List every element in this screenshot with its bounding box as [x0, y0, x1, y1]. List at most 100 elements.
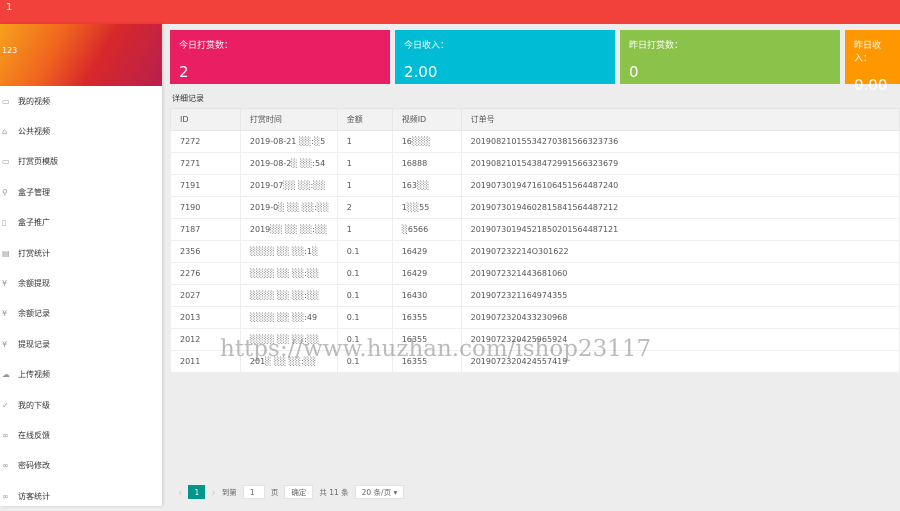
app-title: 1: [6, 2, 13, 13]
sidebar-item-label: 打赏页模版: [18, 157, 58, 167]
table-cell: 1: [336, 174, 393, 197]
table-cell: ░6566: [391, 218, 462, 241]
per-page-select[interactable]: 20 条/页 ▾: [354, 485, 405, 499]
sidebar-item[interactable]: ¥ 提现记录: [0, 329, 162, 359]
table-cell: 2019-08-21 ░░:░5: [239, 130, 338, 153]
stat-card: 昨日打赏数： 0: [620, 30, 840, 84]
table-cell: 1░░55: [391, 196, 462, 219]
sidebar-item[interactable]: ▯ 盒子推广: [0, 208, 162, 238]
sidebar-item[interactable]: ∞ 密码修改: [0, 451, 162, 481]
table-cell: ░░░░ ░░ ░░:░░: [239, 284, 338, 307]
sidebar-item-label: 我的视频: [18, 96, 50, 106]
goto-label: 到第: [221, 487, 237, 497]
prev-page-button[interactable]: ‹: [178, 486, 182, 499]
menu-icon: ▭: [2, 96, 10, 106]
menu-icon: ¥: [2, 309, 8, 319]
menu-icon: ∞: [2, 491, 9, 501]
sidebar-item[interactable]: ⚲ 盒子管理: [0, 177, 162, 207]
table-cell: 2013: [170, 306, 241, 329]
menu-icon: ∞: [2, 430, 9, 440]
sidebar-item[interactable]: ¥ 余额记录: [0, 299, 162, 329]
sidebar-item[interactable]: ⌂ 公共视频: [0, 116, 162, 146]
table-cell: 16888: [391, 152, 462, 175]
table-cell: 2019-0░ ░░ ░░:░░: [239, 196, 338, 219]
column-header: 视频ID: [391, 108, 462, 131]
stat-card: 今日打赏数： 2: [170, 30, 390, 84]
table-cell: 16355: [391, 306, 462, 329]
sidebar-item-label: 打赏统计: [18, 248, 50, 258]
table-cell: 7190: [170, 196, 241, 219]
column-header: 订单号: [460, 108, 900, 131]
watermark: https://www.huzhan.com/ishop23117: [220, 336, 652, 362]
table-header: ID 打赏时间 金额 视频ID 订单号: [170, 108, 900, 131]
sidebar-item-label: 盒子推广: [18, 218, 50, 228]
table-cell: 1: [336, 130, 393, 153]
sidebar-item[interactable]: ✓ 我的下级: [0, 390, 162, 420]
sidebar-item[interactable]: ▤ 打赏统计: [0, 238, 162, 268]
table-cell: 20190821015534270381566323736: [460, 130, 900, 153]
table-row: 2013 ░░░░ ░░ ░░:49 0.1 16355 201907232043323…: [170, 306, 900, 329]
stat-label: 今日打赏数：: [179, 41, 234, 51]
sidebar-item-label: 我的下级: [18, 400, 50, 410]
table-cell: ░░░░ ░░ ░░:49: [239, 306, 338, 329]
table-cell: 2019-07░░ ░░:░░: [239, 174, 338, 197]
sidebar-banner: 123: [0, 24, 162, 86]
menu-icon: ⌂: [2, 127, 8, 137]
sidebar-item-label: 在线反馈: [18, 430, 50, 440]
table-cell: 7187: [170, 218, 241, 241]
sidebar-item[interactable]: ▭ 打赏页模版: [0, 147, 162, 177]
table-cell: 2019-08-2░ ░░:54: [239, 152, 338, 175]
column-header: ID: [170, 108, 241, 131]
menu-icon: ▤: [2, 248, 10, 258]
table-cell: 20190730194602815841564487212: [460, 196, 900, 219]
sidebar-item-label: 上传视频: [18, 370, 50, 380]
sidebar-item[interactable]: ∞ 访客统计: [0, 481, 162, 511]
table-cell: 2356: [170, 240, 241, 263]
table-cell: 7191: [170, 174, 241, 197]
sidebar-item-label: 访客统计: [18, 491, 50, 501]
page-1-button[interactable]: 1: [188, 485, 206, 499]
table-cell: 2019072320433230968: [460, 306, 900, 329]
records-table: ID 打赏时间 金额 视频ID 订单号 7272 2019-08-21 ░░:░5 1 16░…: [170, 108, 900, 373]
table-row: 7272 2019-08-21 ░░:░5 1 16░░░ 20190821015534…: [170, 130, 900, 153]
table-cell: 16429: [391, 240, 462, 263]
table-cell: 2027: [170, 284, 241, 307]
menu-icon: ▯: [2, 218, 7, 228]
table-cell: 20190730194521850201564487121: [460, 218, 900, 241]
table-cell: 2019072321443681060: [460, 262, 900, 285]
sidebar-item[interactable]: ¥ 余额提现: [0, 268, 162, 298]
menu-icon: ☁: [2, 370, 10, 380]
menu-icon: ✓: [2, 400, 9, 410]
sidebar-item-label: 余额记录: [18, 309, 50, 319]
table-cell: 2019072321164974355: [460, 284, 900, 307]
top-bar: 1: [0, 0, 900, 24]
sidebar-item-label: 余额提现: [18, 279, 50, 289]
pagination: ‹ 1 › 到第 1 页 确定 共 11 条 20 条/页 ▾: [178, 485, 405, 499]
sidebar-item[interactable]: ▭ 我的视频: [0, 86, 162, 116]
table-cell: 16░░░: [391, 130, 462, 153]
table-row: 2356 ░░░░ ░░ ░░:1░ 0.1 16429 201907232214O30…: [170, 240, 900, 263]
sidebar-item[interactable]: ∞ 在线反馈: [0, 420, 162, 450]
table-cell: 0.1: [336, 262, 393, 285]
menu-icon: ⚲: [2, 187, 8, 197]
sidebar-item[interactable]: ☁ 上传视频: [0, 360, 162, 390]
stat-card: 今日收入： 2.00: [395, 30, 615, 84]
table-cell: 20190821015438472991566323679: [460, 152, 900, 175]
table-cell: 16429: [391, 262, 462, 285]
table-cell: 16430: [391, 284, 462, 307]
table-cell: 201907232214O301622: [460, 240, 900, 263]
table-cell: 0.1: [336, 284, 393, 307]
next-page-button[interactable]: ›: [211, 486, 215, 499]
sidebar-nav: ▭ 我的视频 ⌂ 公共视频 ▭ 打赏页模版 ⚲ 盒子管理 ▯ 盒子推广 ▤ 打赏统计 ¥ 余额提现 ¥ 余额记…: [0, 86, 162, 511]
table-cell: 20190730194716106451564487240: [460, 174, 900, 197]
table-cell: 1: [336, 218, 393, 241]
table-cell: 0.1: [336, 240, 393, 263]
table-row: 7271 2019-08-2░ ░░:54 1 16888 20190821015438…: [170, 152, 900, 175]
menu-icon: ▭: [2, 157, 10, 167]
table-row: 7190 2019-0░ ░░ ░░:░░ 2 1░░55 20190730194602…: [170, 196, 900, 219]
sidebar-item-label: 提现记录: [18, 339, 50, 349]
table-row: 7191 2019-07░░ ░░:░░ 1 163░░ 201907301947161…: [170, 174, 900, 197]
page-input[interactable]: 1: [242, 485, 265, 499]
table-row: 7187 2019░░ ░░ ░░:░░ 1 ░6566 201907301945218…: [170, 218, 900, 241]
confirm-button[interactable]: 确定: [284, 485, 314, 499]
